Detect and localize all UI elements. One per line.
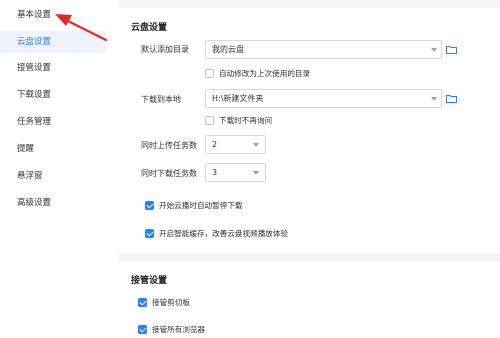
clipboard-checkbox[interactable]: 接管剪切板 — [138, 297, 258, 309]
download-count-label: 同时下载任务数 — [141, 169, 197, 178]
no-ask-checkbox[interactable]: 下载时不再询问 — [205, 115, 315, 127]
smart-cache-checkbox[interactable]: 开启智能缓存，改善云盘视频播放体验 — [145, 228, 345, 240]
smart-cache-label: 开启智能缓存，改善云盘视频播放体验 — [159, 229, 289, 238]
section-title-cloud: 云盘设置 — [131, 23, 168, 33]
sidebar-item-float[interactable]: 悬浮窗 — [0, 165, 106, 187]
download-count-value: 3 — [212, 168, 218, 177]
sidebar-item-download[interactable]: 下载设置 — [0, 84, 106, 106]
upload-count-value: 2 — [212, 140, 218, 149]
browsers-label: 接管所有浏览器 — [152, 325, 206, 334]
chevron-down-icon — [431, 97, 437, 101]
sidebar-item-cloud[interactable]: 云盘设置 — [0, 31, 106, 53]
chevron-down-icon — [431, 48, 437, 52]
download-local-select[interactable]: H:\新建文件夹 — [205, 89, 442, 108]
upload-count-select[interactable]: 2 — [205, 135, 266, 154]
checkmark-icon — [145, 201, 154, 210]
sidebar-item-reminder[interactable]: 提醒 — [0, 138, 106, 160]
default-dir-label: 默认添加目录 — [141, 45, 189, 54]
checkmark-icon — [138, 298, 147, 307]
chevron-down-icon — [253, 143, 259, 147]
chevron-down-icon — [253, 171, 259, 175]
auto-modify-checkbox[interactable]: 自动修改为上次使用的目录 — [205, 68, 365, 80]
download-local-label: 下载到本地 — [141, 95, 181, 104]
clipboard-label: 接管剪切板 — [152, 298, 190, 307]
sidebar: 基本设置 云盘设置 接管设置 下载设置 任务管理 提醒 悬浮窗 高级设置 — [0, 0, 110, 338]
browsers-checkbox[interactable]: 接管所有浏览器 — [138, 324, 258, 336]
sidebar-item-takeover[interactable]: 接管设置 — [0, 57, 106, 79]
checkbox-box — [205, 116, 214, 125]
download-count-select[interactable]: 3 — [205, 163, 266, 182]
checkbox-box — [205, 69, 214, 78]
sidebar-item-basic[interactable]: 基本设置 — [0, 4, 106, 26]
folder-icon[interactable] — [446, 94, 457, 103]
download-local-value: H:\新建文件夹 — [212, 94, 264, 103]
pause-download-checkbox[interactable]: 开始云播时自动暂停下载 — [145, 200, 295, 212]
checkmark-icon — [138, 325, 147, 334]
pause-download-label: 开始云播时自动暂停下载 — [159, 201, 243, 210]
default-dir-value: 我的云盘 — [212, 45, 244, 54]
checkmark-icon — [145, 229, 154, 238]
sidebar-item-advanced[interactable]: 高级设置 — [0, 192, 106, 214]
upload-count-label: 同时上传任务数 — [141, 141, 197, 150]
sidebar-item-tasks[interactable]: 任务管理 — [0, 111, 106, 133]
default-dir-select[interactable]: 我的云盘 — [205, 40, 442, 59]
auto-modify-label: 自动修改为上次使用的目录 — [219, 69, 311, 78]
section-title-takeover: 接管设置 — [131, 276, 168, 286]
folder-icon[interactable] — [446, 45, 457, 54]
no-ask-label: 下载时不再询问 — [219, 116, 273, 125]
